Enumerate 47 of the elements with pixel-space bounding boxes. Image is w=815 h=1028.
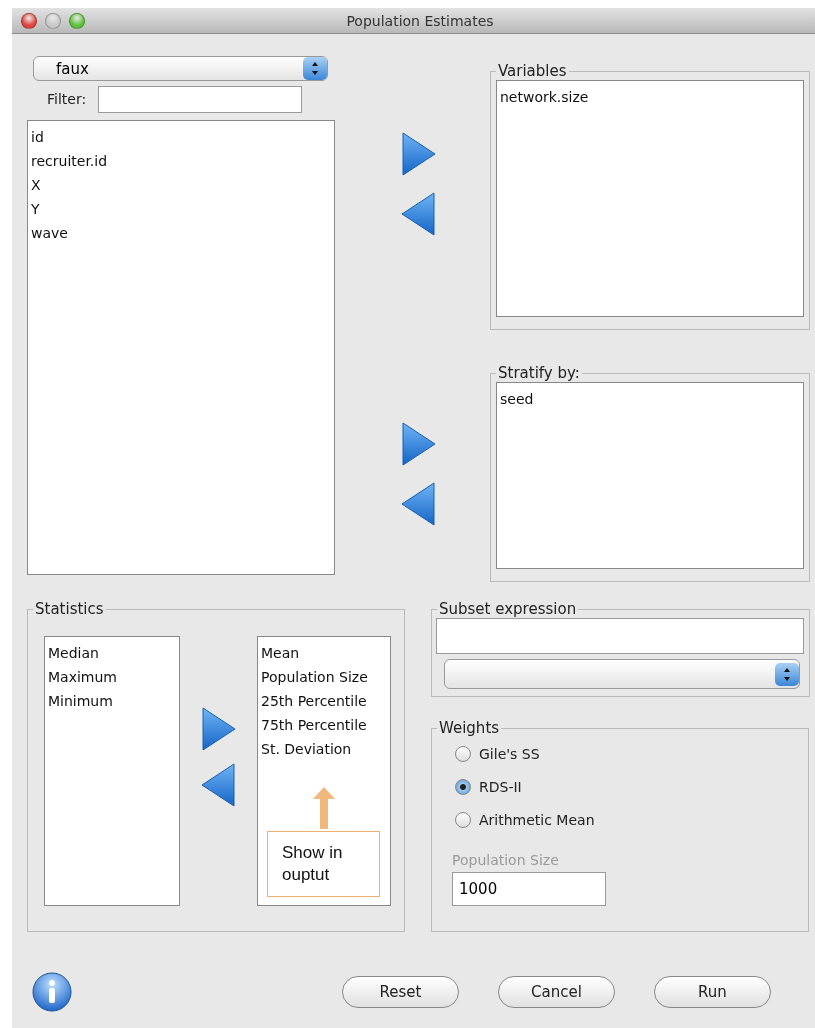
list-item[interactable]: network.size xyxy=(500,85,800,109)
panel-title: Stratify by: xyxy=(497,364,581,382)
weight-radio[interactable]: Gile's SS xyxy=(437,737,803,770)
filter-label: Filter: xyxy=(47,91,87,107)
add-arrow-button[interactable] xyxy=(400,131,437,177)
list-item[interactable]: Median xyxy=(48,641,176,665)
list-item[interactable]: Mean xyxy=(261,641,387,665)
zoom-button[interactable] xyxy=(69,12,85,29)
remove-arrow-button[interactable] xyxy=(400,481,437,527)
info-icon[interactable] xyxy=(32,972,72,1012)
list-item[interactable]: wave xyxy=(31,221,331,245)
panel-title: Statistics xyxy=(34,600,105,618)
cancel-button[interactable]: Cancel xyxy=(498,976,615,1008)
add-arrow-button[interactable] xyxy=(400,421,437,467)
list-item[interactable]: 75th Percentile xyxy=(261,713,387,737)
list-item[interactable]: recruiter.id xyxy=(31,149,331,173)
list-item[interactable]: Y xyxy=(31,197,331,221)
list-item[interactable]: seed xyxy=(500,387,800,411)
list-item[interactable]: St. Deviation xyxy=(261,737,387,761)
subset-field[interactable] xyxy=(436,618,804,654)
list-item[interactable]: Population Size xyxy=(261,665,387,689)
panel-title: Subset expression xyxy=(438,600,578,618)
panel-title: Variables xyxy=(497,62,568,80)
add-arrow-button[interactable] xyxy=(200,706,237,752)
close-button[interactable] xyxy=(21,12,37,29)
weight-radio[interactable]: RDS-II xyxy=(437,770,803,803)
annotation-callout: Show in ouptut xyxy=(267,831,380,897)
remove-arrow-button[interactable] xyxy=(200,762,237,808)
remove-arrow-button[interactable] xyxy=(400,191,437,237)
weight-radio[interactable]: Arithmetic Mean xyxy=(437,803,803,836)
minimize-button[interactable] xyxy=(45,12,61,29)
list-item[interactable]: Minimum xyxy=(48,689,176,713)
population-size-label: Population Size xyxy=(452,852,560,868)
reset-button[interactable]: Reset xyxy=(342,976,459,1008)
filter-field[interactable] xyxy=(98,85,303,113)
dataset-dropdown[interactable]: faux xyxy=(33,56,328,81)
subset-dropdown[interactable] xyxy=(444,659,800,689)
list-item[interactable]: 25th Percentile xyxy=(261,689,387,713)
spinner-icon xyxy=(303,57,327,80)
run-button[interactable]: Run xyxy=(654,976,771,1008)
panel-title: Weights xyxy=(438,719,501,737)
list-item[interactable]: X xyxy=(31,173,331,197)
list-item[interactable]: id xyxy=(31,125,331,149)
list-item[interactable]: Maximum xyxy=(48,665,176,689)
spinner-icon xyxy=(775,662,799,686)
annotation-arrow xyxy=(313,787,335,829)
window-title: Population Estimates xyxy=(346,12,495,29)
